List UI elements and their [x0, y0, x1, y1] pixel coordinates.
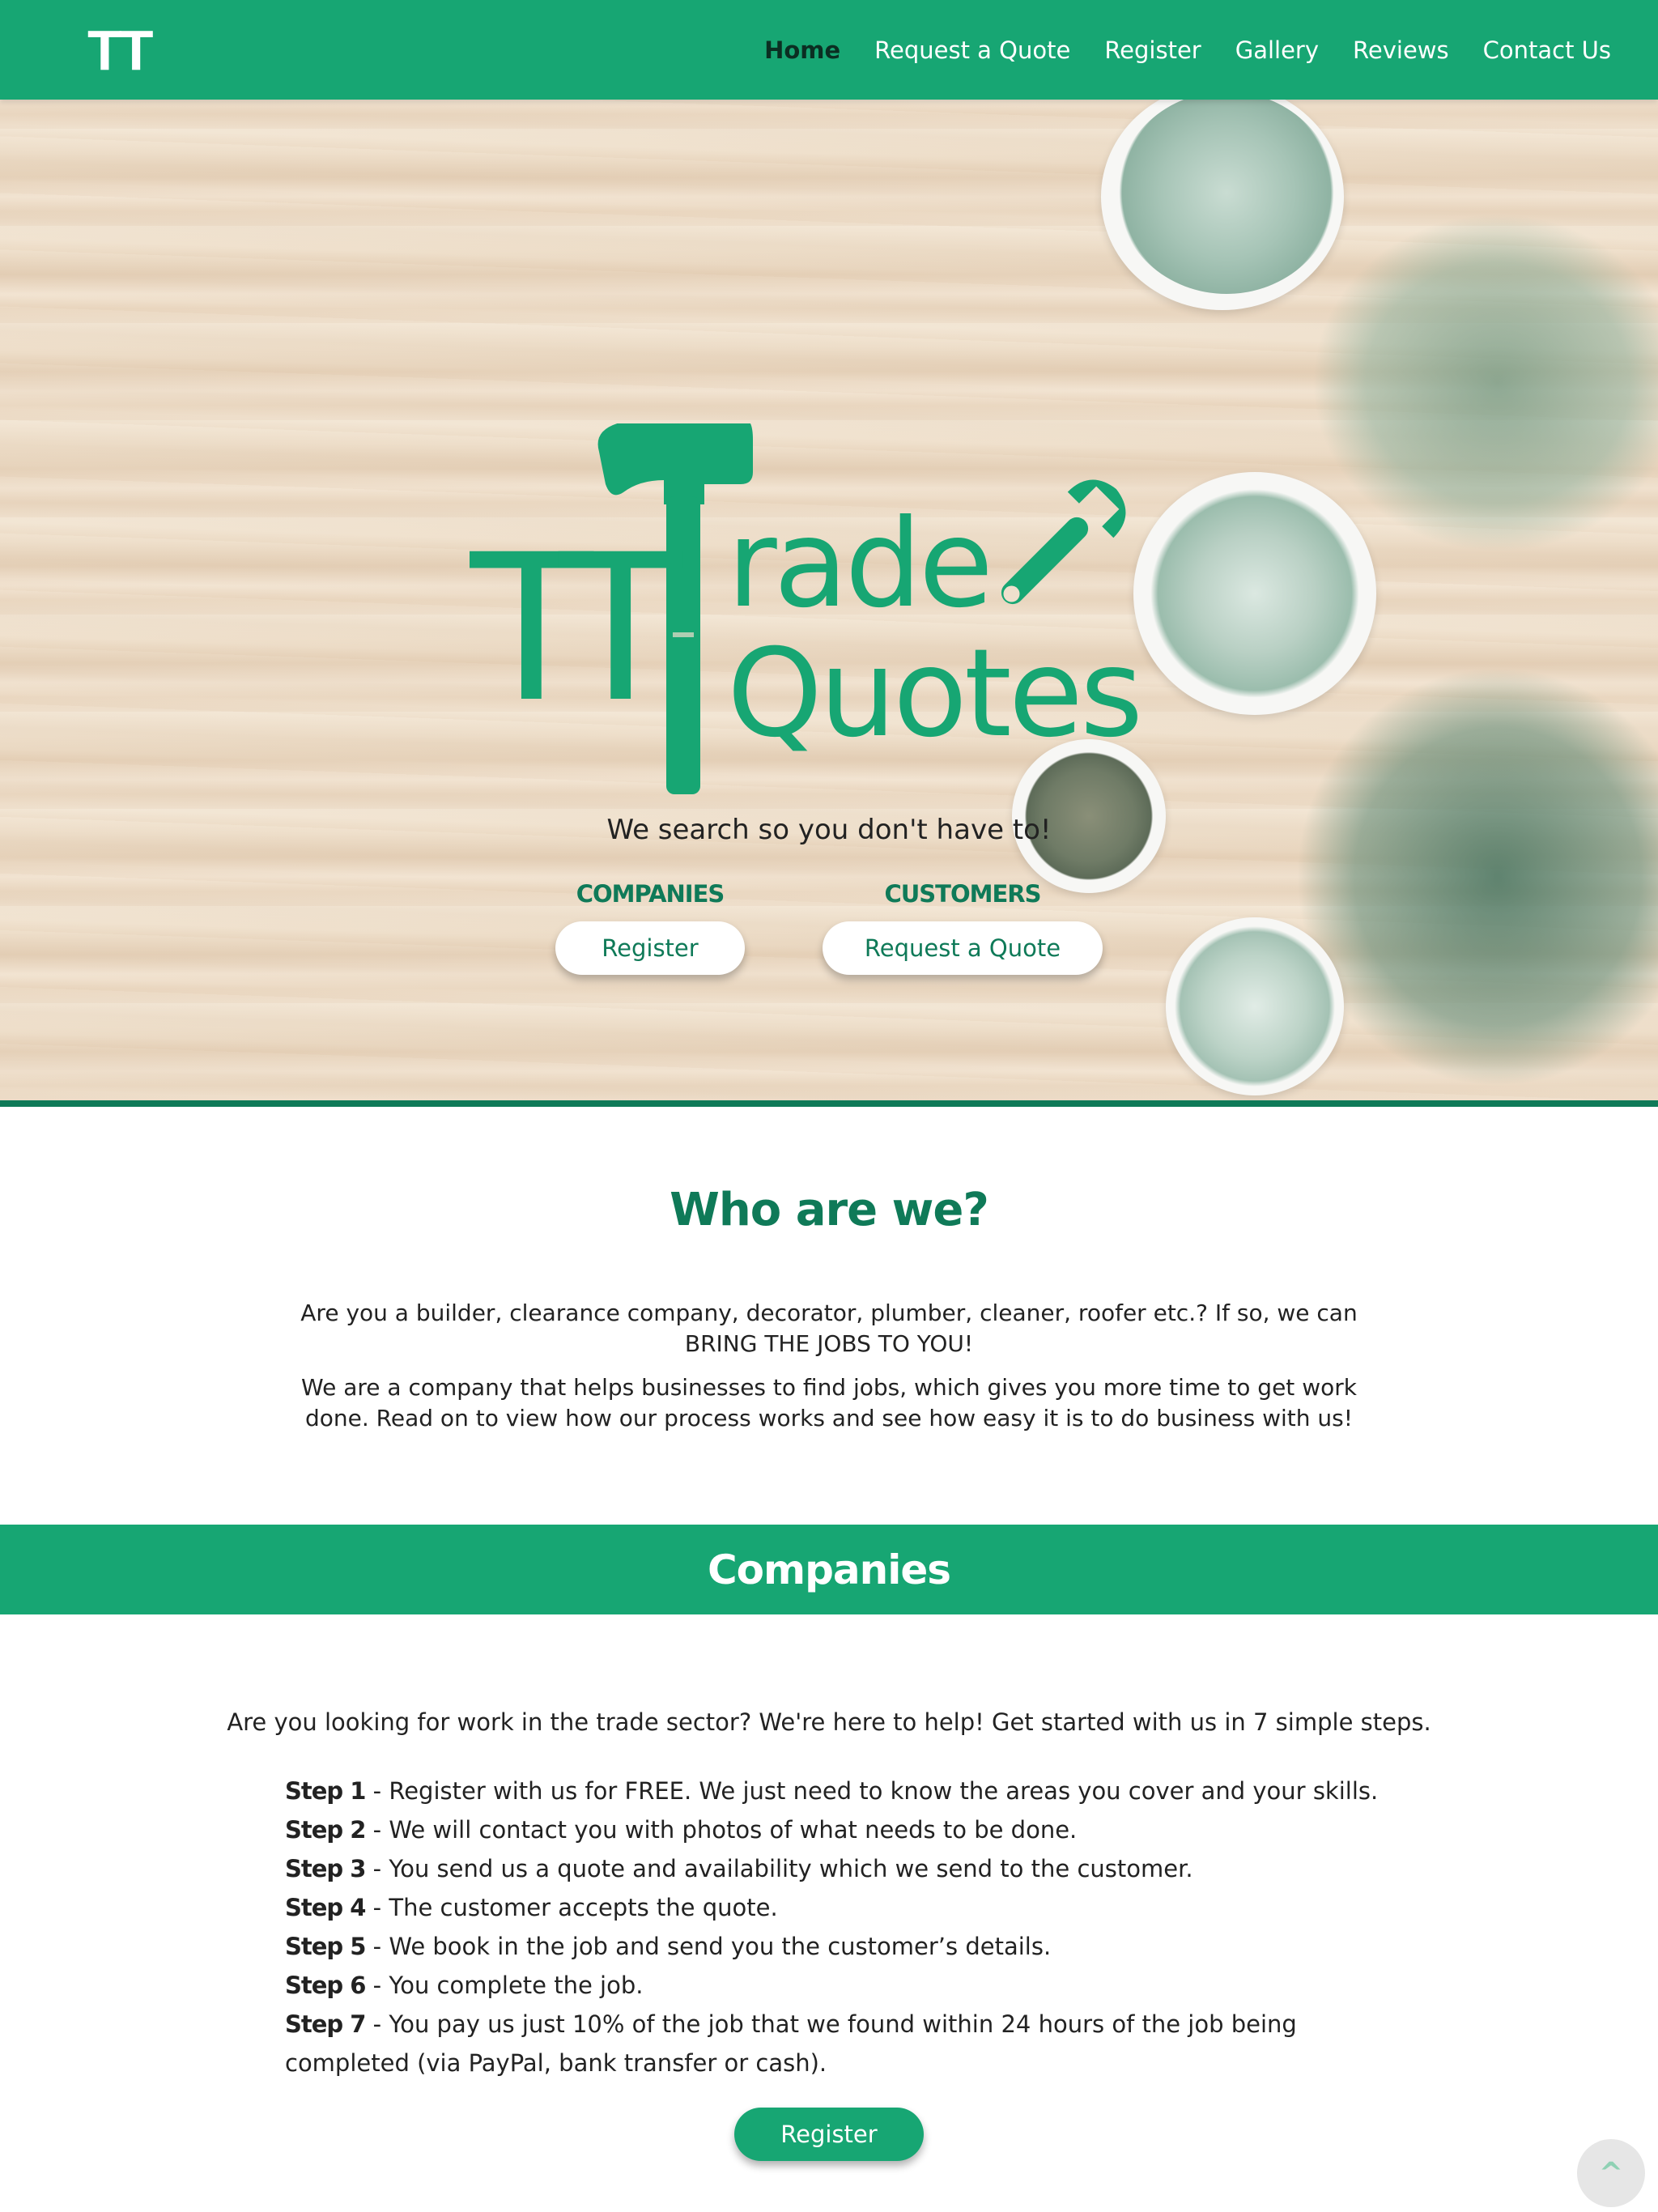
- step-text: - The customer accepts the quote.: [365, 1894, 778, 1921]
- step-label: Step 6: [285, 1972, 366, 1999]
- steps-list: Step 1 - Register with us for FREE. We j…: [285, 1772, 1386, 2082]
- nav-gallery[interactable]: Gallery: [1235, 36, 1319, 64]
- step-label: Step 4: [285, 1894, 366, 1921]
- succulent-bottom: [1174, 925, 1336, 1087]
- logo-rade: rade: [727, 494, 990, 635]
- navbar: TT Home Request a Quote Register Gallery…: [0, 0, 1658, 100]
- step-text: - Register with us for FREE. We just nee…: [365, 1777, 1379, 1805]
- hero-section: TT rade Quotes We search so you don't ha…: [0, 100, 1658, 1100]
- step-text: - You send us a quote and availability w…: [365, 1855, 1193, 1882]
- step-label: Step 3: [285, 1855, 366, 1882]
- wrench-icon: [1001, 479, 1126, 605]
- step-item: Step 3 - You send us a quote and availab…: [285, 1849, 1386, 1888]
- step-item: Step 7 - You pay us just 10% of the job …: [285, 2005, 1386, 2082]
- who-paragraph-2: We are a company that helps businesses t…: [301, 1374, 1357, 1431]
- step-item: Step 1 - Register with us for FREE. We j…: [285, 1772, 1386, 1810]
- nav-reviews[interactable]: Reviews: [1353, 36, 1449, 64]
- companies-register-button[interactable]: Register: [734, 2108, 924, 2161]
- step-item: Step 2 - We will contact you with photos…: [285, 1810, 1386, 1849]
- nav-contact-us[interactable]: Contact Us: [1483, 36, 1611, 64]
- succulent-top: [1117, 100, 1336, 294]
- back-to-top-button[interactable]: ^: [1577, 2139, 1645, 2207]
- logo-quotes: Quotes: [727, 623, 1140, 764]
- step-label: Step 2: [285, 1816, 366, 1844]
- step-item: Step 4 - The customer accepts the quote.: [285, 1888, 1386, 1927]
- step-text: - You complete the job.: [365, 1972, 644, 1999]
- fern-right-bottom: [1295, 666, 1658, 1087]
- step-label: Step 7: [285, 2010, 366, 2038]
- hero-request-quote-button[interactable]: Request a Quote: [823, 921, 1103, 975]
- step-item: Step 6 - You complete the job.: [285, 1966, 1386, 2005]
- step-text: - We will contact you with photos of wha…: [365, 1816, 1078, 1844]
- hero-register-button[interactable]: Register: [555, 921, 745, 975]
- step-item: Step 5 - We book in the job and send you…: [285, 1927, 1386, 1966]
- companies-intro: Are you looking for work in the trade se…: [227, 1708, 1431, 1736]
- nav-request-quote[interactable]: Request a Quote: [874, 36, 1070, 64]
- companies-label: COMPANIES: [576, 880, 725, 908]
- step-text: - You pay us just 10% of the job that we…: [285, 2010, 1297, 2077]
- trade-quotes-logo: TT rade Quotes: [470, 423, 1143, 794]
- nav-home[interactable]: Home: [764, 36, 840, 64]
- hero-tagline: We search so you don't have to!: [606, 814, 1052, 846]
- step-label: Step 1: [285, 1777, 366, 1805]
- nav-register[interactable]: Register: [1104, 36, 1201, 64]
- who-paragraph-1: Are you a builder, clearance company, de…: [300, 1300, 1358, 1357]
- step-label: Step 5: [285, 1933, 366, 1960]
- step-text: - We book in the job and send you the cu…: [365, 1933, 1052, 1960]
- companies-title: Companies: [707, 1546, 951, 1593]
- nav-menu: Home Request a Quote Register Gallery Re…: [730, 0, 1611, 100]
- brand-logo[interactable]: TT: [87, 18, 154, 83]
- logo-tt: TT: [470, 511, 683, 747]
- hero-divider: [0, 1100, 1658, 1107]
- companies-banner: Companies: [0, 1525, 1658, 1614]
- fern-right-top: [1312, 213, 1658, 553]
- who-are-we-title: Who are we?: [670, 1184, 989, 1236]
- customers-label: CUSTOMERS: [884, 880, 1041, 908]
